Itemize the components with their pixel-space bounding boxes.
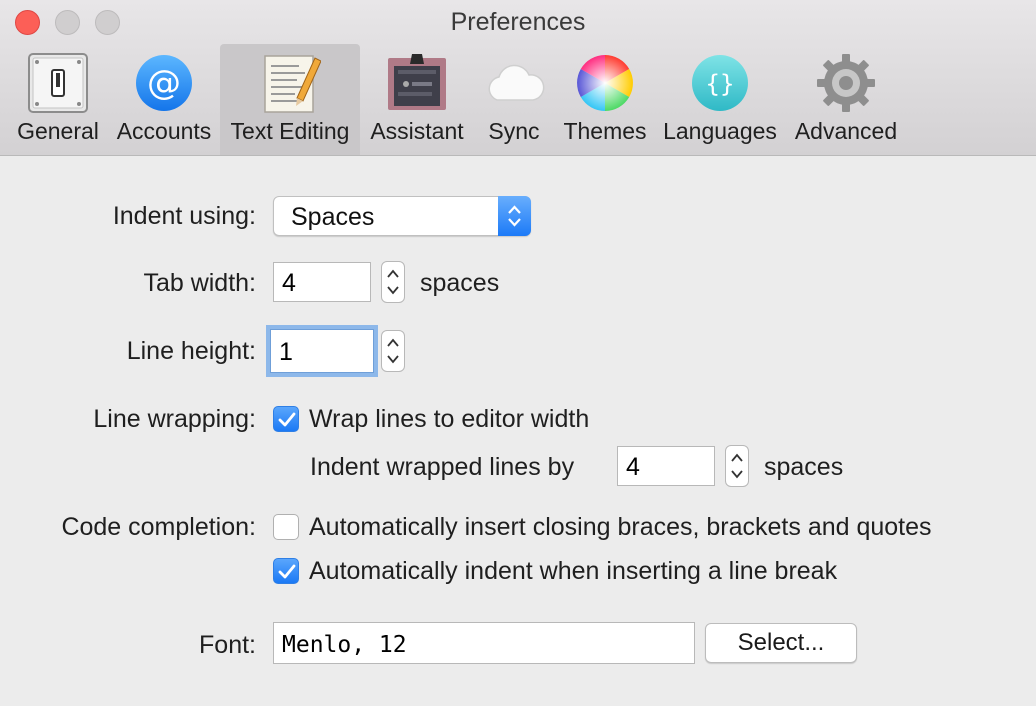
- at-sign-icon: @: [136, 55, 192, 111]
- checkmark-icon: [278, 564, 296, 579]
- titlebar-toolbar: Preferences General @ Accounts Text Edit…: [0, 0, 1036, 156]
- braces-icon: {}: [692, 55, 748, 111]
- wrap-lines-checkbox-label[interactable]: Wrap lines to editor width: [309, 405, 589, 434]
- auto-indent-label[interactable]: Automatically indent when inserting a li…: [309, 557, 837, 586]
- line-wrapping-label: Line wrapping:: [93, 405, 256, 433]
- indent-wrapped-unit: spaces: [764, 453, 844, 481]
- tab-assistant-label: Assistant: [370, 118, 464, 144]
- svg-text:@: @: [147, 63, 181, 103]
- tab-themes[interactable]: Themes: [560, 44, 650, 155]
- color-wheel-icon: [577, 55, 633, 111]
- indent-using-value: Spaces: [291, 203, 375, 231]
- tab-languages[interactable]: {} Languages: [660, 44, 780, 155]
- tab-general[interactable]: General: [12, 44, 104, 155]
- tab-sync-label: Sync: [488, 118, 540, 144]
- tab-width-stepper[interactable]: [381, 261, 405, 303]
- tab-width-field[interactable]: 4: [273, 262, 371, 302]
- tab-text-editing-label: Text Editing: [230, 118, 350, 144]
- line-height-stepper[interactable]: [381, 330, 405, 372]
- font-label: Font:: [199, 631, 256, 659]
- text-editing-pane: Indent using: Spaces Tab width: 4 spaces…: [0, 156, 1036, 706]
- assistant-icon: [388, 54, 446, 110]
- tab-text-editing[interactable]: Text Editing: [220, 44, 360, 155]
- general-switch-icon: [28, 53, 88, 113]
- tab-accounts-label: Accounts: [116, 118, 212, 144]
- notepad-pencil-icon: [264, 55, 321, 113]
- checkmark-icon: [278, 412, 296, 427]
- stepper-arrows-icon: [731, 453, 743, 479]
- stepper-arrows-icon: [387, 338, 399, 364]
- tab-advanced-label: Advanced: [794, 118, 898, 144]
- tab-general-label: General: [17, 118, 99, 144]
- select-font-button[interactable]: Select...: [705, 623, 857, 663]
- tab-sync[interactable]: Sync: [478, 44, 550, 155]
- auto-indent-checkbox[interactable]: [273, 558, 299, 584]
- popup-arrows-icon: [498, 196, 531, 236]
- tab-languages-label: Languages: [663, 118, 777, 144]
- preferences-window: Preferences General @ Accounts Text Edit…: [0, 0, 1036, 706]
- auto-close-braces-label[interactable]: Automatically insert closing braces, bra…: [309, 513, 932, 542]
- line-height-field[interactable]: 1: [270, 329, 374, 373]
- tab-width-unit: spaces: [420, 269, 500, 297]
- tab-themes-label: Themes: [563, 118, 647, 144]
- gear-icon: [817, 54, 875, 112]
- indent-wrapped-label: Indent wrapped lines by: [310, 453, 575, 481]
- indent-wrapped-stepper[interactable]: [725, 445, 749, 487]
- code-completion-label: Code completion:: [61, 513, 256, 541]
- svg-text:{}: {}: [706, 70, 735, 98]
- font-field: Menlo, 12: [273, 622, 695, 664]
- line-height-label: Line height:: [126, 337, 256, 365]
- tab-accounts[interactable]: @ Accounts: [110, 44, 218, 155]
- indent-using-popup[interactable]: Spaces: [273, 196, 531, 236]
- stepper-arrows-icon: [387, 269, 399, 295]
- indent-using-label: Indent using:: [112, 202, 256, 230]
- window-title: Preferences: [450, 8, 586, 36]
- auto-close-braces-checkbox[interactable]: [273, 514, 299, 540]
- wrap-lines-checkbox[interactable]: [273, 406, 299, 432]
- indent-wrapped-field[interactable]: 4: [617, 446, 715, 486]
- tab-assistant[interactable]: Assistant: [365, 44, 469, 155]
- tab-width-label: Tab width:: [143, 269, 256, 297]
- tab-advanced[interactable]: Advanced: [790, 44, 902, 155]
- cloud-icon: [488, 64, 545, 101]
